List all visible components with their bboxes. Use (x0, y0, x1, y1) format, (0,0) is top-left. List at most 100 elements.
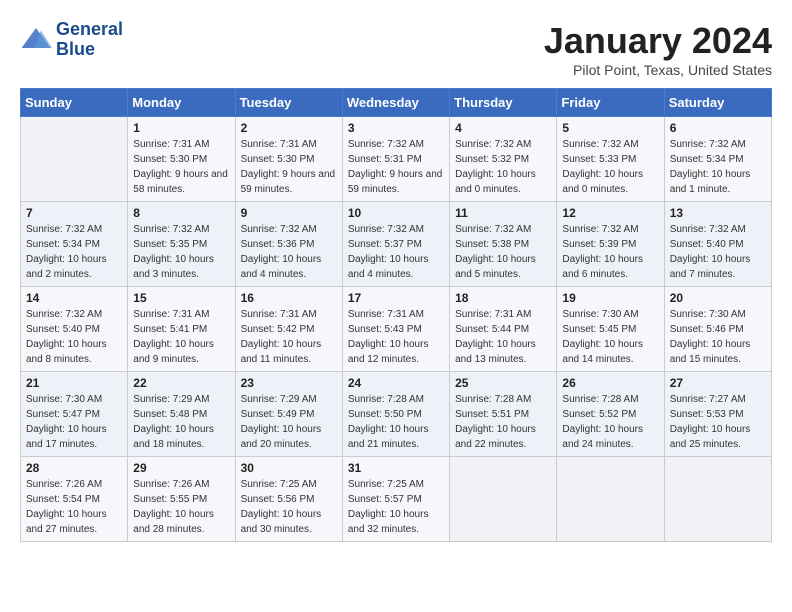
day-info: Sunrise: 7:32 AMSunset: 5:39 PMDaylight:… (562, 222, 658, 282)
day-info: Sunrise: 7:32 AMSunset: 5:33 PMDaylight:… (562, 137, 658, 197)
day-info: Sunrise: 7:31 AMSunset: 5:41 PMDaylight:… (133, 307, 229, 367)
calendar-cell: 24 Sunrise: 7:28 AMSunset: 5:50 PMDaylig… (342, 372, 449, 457)
logo-icon (20, 24, 52, 56)
day-number: 4 (455, 121, 551, 135)
day-info: Sunrise: 7:31 AMSunset: 5:44 PMDaylight:… (455, 307, 551, 367)
calendar-cell: 13 Sunrise: 7:32 AMSunset: 5:40 PMDaylig… (664, 202, 771, 287)
day-number: 3 (348, 121, 444, 135)
calendar-cell (664, 457, 771, 542)
day-info: Sunrise: 7:32 AMSunset: 5:40 PMDaylight:… (670, 222, 766, 282)
day-number: 29 (133, 461, 229, 475)
day-number: 11 (455, 206, 551, 220)
day-info: Sunrise: 7:32 AMSunset: 5:34 PMDaylight:… (26, 222, 122, 282)
day-info: Sunrise: 7:25 AMSunset: 5:57 PMDaylight:… (348, 477, 444, 537)
day-info: Sunrise: 7:32 AMSunset: 5:32 PMDaylight:… (455, 137, 551, 197)
day-info: Sunrise: 7:32 AMSunset: 5:35 PMDaylight:… (133, 222, 229, 282)
day-number: 23 (241, 376, 337, 390)
day-info: Sunrise: 7:32 AMSunset: 5:36 PMDaylight:… (241, 222, 337, 282)
week-row-5: 28 Sunrise: 7:26 AMSunset: 5:54 PMDaylig… (21, 457, 772, 542)
day-number: 20 (670, 291, 766, 305)
day-info: Sunrise: 7:25 AMSunset: 5:56 PMDaylight:… (241, 477, 337, 537)
day-info: Sunrise: 7:29 AMSunset: 5:48 PMDaylight:… (133, 392, 229, 452)
day-info: Sunrise: 7:26 AMSunset: 5:55 PMDaylight:… (133, 477, 229, 537)
calendar-cell: 8 Sunrise: 7:32 AMSunset: 5:35 PMDayligh… (128, 202, 235, 287)
day-number: 30 (241, 461, 337, 475)
calendar-cell: 21 Sunrise: 7:30 AMSunset: 5:47 PMDaylig… (21, 372, 128, 457)
logo-line1: General (56, 20, 123, 40)
day-info: Sunrise: 7:27 AMSunset: 5:53 PMDaylight:… (670, 392, 766, 452)
day-number: 5 (562, 121, 658, 135)
day-info: Sunrise: 7:30 AMSunset: 5:47 PMDaylight:… (26, 392, 122, 452)
calendar-cell: 11 Sunrise: 7:32 AMSunset: 5:38 PMDaylig… (450, 202, 557, 287)
header-thursday: Thursday (450, 89, 557, 117)
header-friday: Friday (557, 89, 664, 117)
day-info: Sunrise: 7:31 AMSunset: 5:30 PMDaylight:… (133, 137, 229, 197)
calendar-cell: 9 Sunrise: 7:32 AMSunset: 5:36 PMDayligh… (235, 202, 342, 287)
calendar-cell: 29 Sunrise: 7:26 AMSunset: 5:55 PMDaylig… (128, 457, 235, 542)
day-info: Sunrise: 7:31 AMSunset: 5:42 PMDaylight:… (241, 307, 337, 367)
page-header: General Blue January 2024 Pilot Point, T… (20, 20, 772, 78)
calendar-cell: 3 Sunrise: 7:32 AMSunset: 5:31 PMDayligh… (342, 117, 449, 202)
calendar-cell: 23 Sunrise: 7:29 AMSunset: 5:49 PMDaylig… (235, 372, 342, 457)
calendar-cell (450, 457, 557, 542)
day-number: 10 (348, 206, 444, 220)
day-number: 1 (133, 121, 229, 135)
calendar-cell: 2 Sunrise: 7:31 AMSunset: 5:30 PMDayligh… (235, 117, 342, 202)
calendar-cell: 15 Sunrise: 7:31 AMSunset: 5:41 PMDaylig… (128, 287, 235, 372)
week-row-2: 7 Sunrise: 7:32 AMSunset: 5:34 PMDayligh… (21, 202, 772, 287)
day-info: Sunrise: 7:32 AMSunset: 5:40 PMDaylight:… (26, 307, 122, 367)
header-tuesday: Tuesday (235, 89, 342, 117)
header-monday: Monday (128, 89, 235, 117)
day-number: 31 (348, 461, 444, 475)
header-wednesday: Wednesday (342, 89, 449, 117)
logo-text: General Blue (56, 20, 123, 60)
calendar-cell: 7 Sunrise: 7:32 AMSunset: 5:34 PMDayligh… (21, 202, 128, 287)
day-number: 9 (241, 206, 337, 220)
calendar-cell (21, 117, 128, 202)
day-info: Sunrise: 7:30 AMSunset: 5:46 PMDaylight:… (670, 307, 766, 367)
day-info: Sunrise: 7:32 AMSunset: 5:37 PMDaylight:… (348, 222, 444, 282)
day-number: 24 (348, 376, 444, 390)
calendar-cell (557, 457, 664, 542)
calendar-cell: 10 Sunrise: 7:32 AMSunset: 5:37 PMDaylig… (342, 202, 449, 287)
calendar-cell: 12 Sunrise: 7:32 AMSunset: 5:39 PMDaylig… (557, 202, 664, 287)
day-number: 8 (133, 206, 229, 220)
week-row-1: 1 Sunrise: 7:31 AMSunset: 5:30 PMDayligh… (21, 117, 772, 202)
day-number: 2 (241, 121, 337, 135)
calendar-cell: 1 Sunrise: 7:31 AMSunset: 5:30 PMDayligh… (128, 117, 235, 202)
header-sunday: Sunday (21, 89, 128, 117)
day-number: 16 (241, 291, 337, 305)
week-row-3: 14 Sunrise: 7:32 AMSunset: 5:40 PMDaylig… (21, 287, 772, 372)
day-number: 27 (670, 376, 766, 390)
month-title: January 2024 (544, 20, 772, 62)
calendar-cell: 30 Sunrise: 7:25 AMSunset: 5:56 PMDaylig… (235, 457, 342, 542)
day-number: 21 (26, 376, 122, 390)
day-info: Sunrise: 7:32 AMSunset: 5:34 PMDaylight:… (670, 137, 766, 197)
day-info: Sunrise: 7:31 AMSunset: 5:30 PMDaylight:… (241, 137, 337, 197)
calendar-cell: 17 Sunrise: 7:31 AMSunset: 5:43 PMDaylig… (342, 287, 449, 372)
calendar-cell: 20 Sunrise: 7:30 AMSunset: 5:46 PMDaylig… (664, 287, 771, 372)
calendar-cell: 6 Sunrise: 7:32 AMSunset: 5:34 PMDayligh… (664, 117, 771, 202)
day-number: 17 (348, 291, 444, 305)
day-number: 22 (133, 376, 229, 390)
logo-line2: Blue (56, 40, 123, 60)
title-block: January 2024 Pilot Point, Texas, United … (544, 20, 772, 78)
calendar-table: SundayMondayTuesdayWednesdayThursdayFrid… (20, 88, 772, 542)
day-info: Sunrise: 7:32 AMSunset: 5:38 PMDaylight:… (455, 222, 551, 282)
day-number: 26 (562, 376, 658, 390)
day-info: Sunrise: 7:30 AMSunset: 5:45 PMDaylight:… (562, 307, 658, 367)
day-info: Sunrise: 7:28 AMSunset: 5:50 PMDaylight:… (348, 392, 444, 452)
day-number: 25 (455, 376, 551, 390)
calendar-cell: 26 Sunrise: 7:28 AMSunset: 5:52 PMDaylig… (557, 372, 664, 457)
day-info: Sunrise: 7:28 AMSunset: 5:51 PMDaylight:… (455, 392, 551, 452)
day-number: 12 (562, 206, 658, 220)
calendar-cell: 27 Sunrise: 7:27 AMSunset: 5:53 PMDaylig… (664, 372, 771, 457)
week-row-4: 21 Sunrise: 7:30 AMSunset: 5:47 PMDaylig… (21, 372, 772, 457)
calendar-cell: 22 Sunrise: 7:29 AMSunset: 5:48 PMDaylig… (128, 372, 235, 457)
calendar-cell: 5 Sunrise: 7:32 AMSunset: 5:33 PMDayligh… (557, 117, 664, 202)
day-number: 6 (670, 121, 766, 135)
day-number: 28 (26, 461, 122, 475)
calendar-cell: 18 Sunrise: 7:31 AMSunset: 5:44 PMDaylig… (450, 287, 557, 372)
day-number: 14 (26, 291, 122, 305)
calendar-cell: 31 Sunrise: 7:25 AMSunset: 5:57 PMDaylig… (342, 457, 449, 542)
